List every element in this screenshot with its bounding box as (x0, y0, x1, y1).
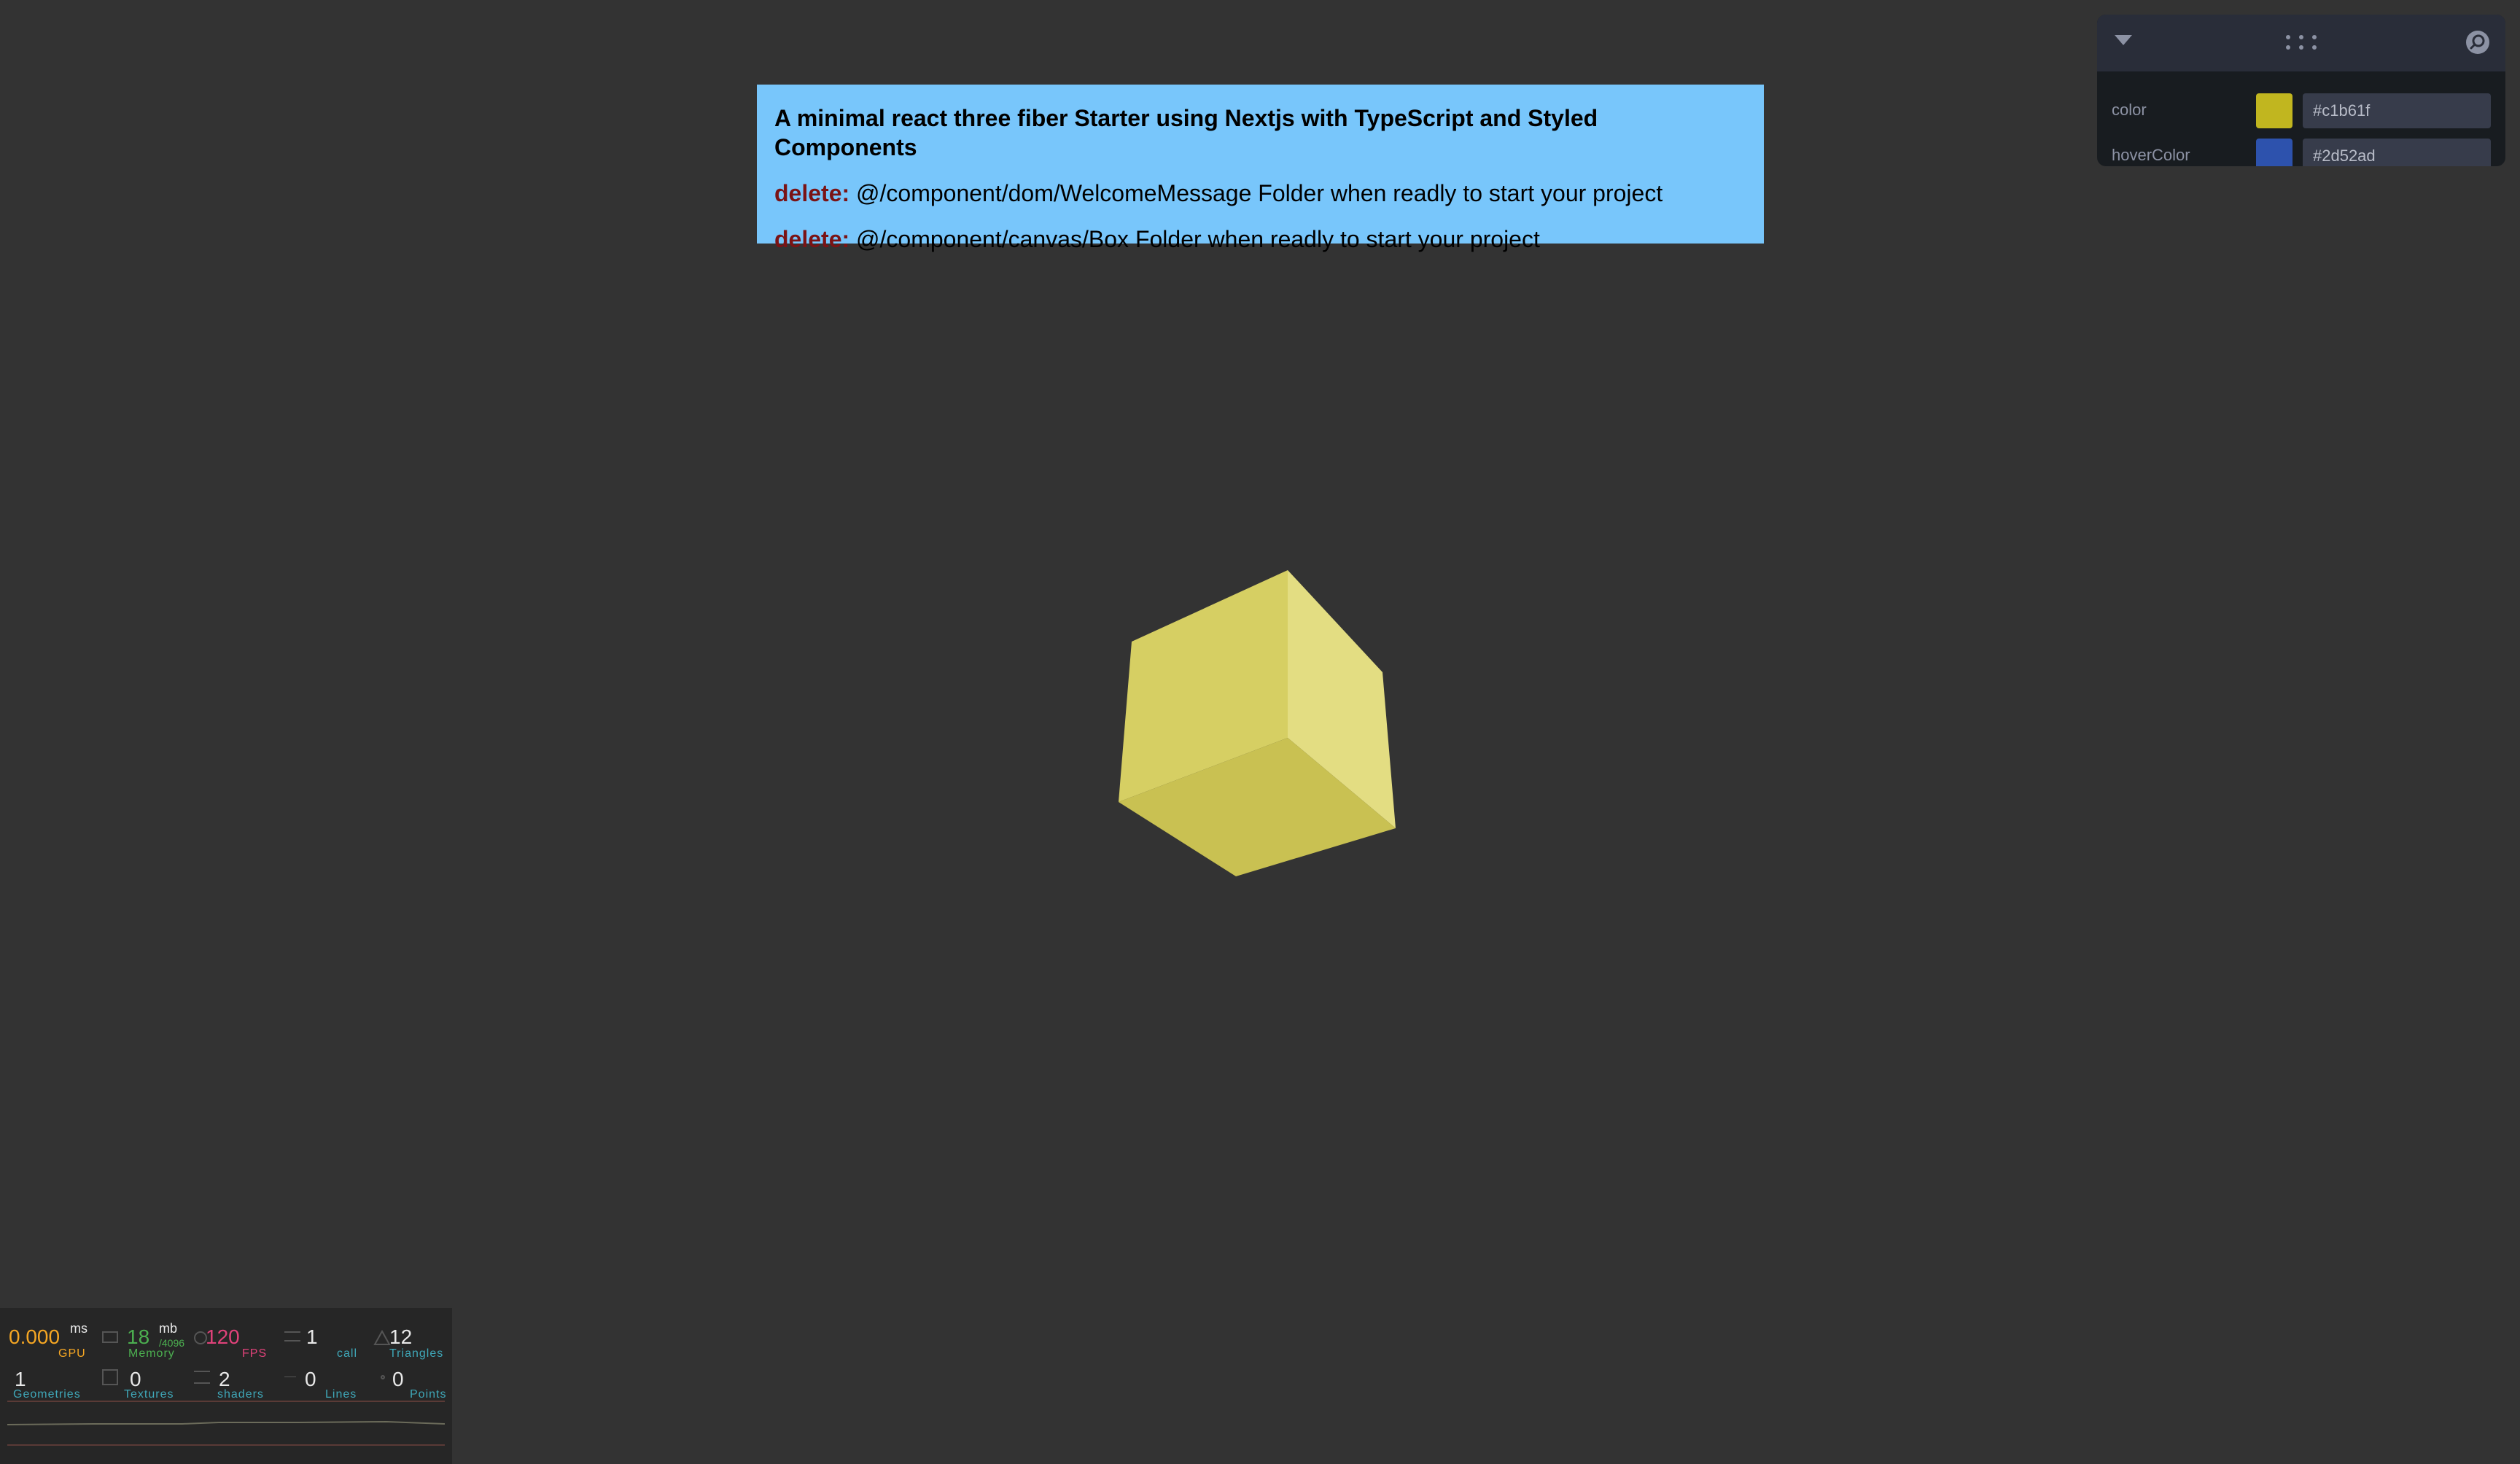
perf-graph (7, 1401, 445, 1446)
delete-label: delete: (774, 226, 850, 252)
drag-handle-icon[interactable] (2285, 34, 2317, 51)
delete-instruction-canvas: delete: @/component/canvas/Box Folder wh… (774, 225, 1746, 254)
stat-value: 120 (206, 1325, 240, 1348)
stat-value: 18 (127, 1325, 150, 1348)
delete-instruction-dom: delete: @/component/dom/WelcomeMessage F… (774, 179, 1746, 208)
stat-name: FPS (242, 1347, 268, 1360)
color-hex-input[interactable] (2303, 93, 2491, 128)
controls-panel: color hoverColor (2097, 15, 2505, 166)
stat-name: GPU (58, 1347, 86, 1360)
controls-panel-header[interactable] (2097, 15, 2505, 71)
box-mesh[interactable] (1108, 561, 1415, 889)
delete-path-text: @/component/canvas/Box Folder when readl… (849, 226, 1540, 252)
memory-icon (102, 1331, 118, 1343)
control-row-color: color (2097, 87, 2505, 133)
delete-path-text: @/component/dom/WelcomeMessage Folder wh… (849, 180, 1663, 206)
perf-stats-panel: 0.000 ms GPU 18 mb /4096 Memory 120 FPS … (0, 1308, 452, 1464)
stat-value: 0 (392, 1368, 404, 1390)
stat-unit: ms (70, 1321, 88, 1336)
stat-name: Memory (128, 1347, 175, 1360)
search-icon[interactable] (2465, 29, 2491, 55)
delete-label: delete: (774, 180, 850, 206)
stat-name: Triangles (389, 1347, 444, 1360)
welcome-title: A minimal react three fiber Starter usin… (774, 105, 1598, 160)
shader-icon (194, 1371, 210, 1384)
color-swatch[interactable] (2256, 93, 2292, 128)
stat-value: 0.000 (9, 1325, 61, 1348)
stat-name: call (337, 1347, 358, 1360)
line-icon (284, 1377, 296, 1378)
stat-unit: mb (159, 1321, 178, 1336)
control-label: hoverColor (2112, 146, 2190, 164)
calls-icon (284, 1331, 300, 1342)
texture-icon (102, 1369, 118, 1385)
control-row-hovercolor: hoverColor (2097, 133, 2505, 166)
stat-value: 0 (305, 1368, 316, 1390)
hovercolor-hex-input[interactable] (2303, 139, 2491, 166)
caret-down-icon[interactable] (2115, 35, 2132, 45)
point-icon (381, 1375, 385, 1379)
welcome-message: A minimal react three fiber Starter usin… (757, 85, 1764, 252)
control-label: color (2112, 101, 2147, 119)
r3f-canvas[interactable]: A minimal react three fiber Starter usin… (0, 0, 2520, 1464)
color-swatch[interactable] (2256, 139, 2292, 166)
triangle-icon (373, 1330, 391, 1345)
stat-value: 12 (389, 1325, 413, 1348)
stat-value: 1 (306, 1325, 318, 1348)
